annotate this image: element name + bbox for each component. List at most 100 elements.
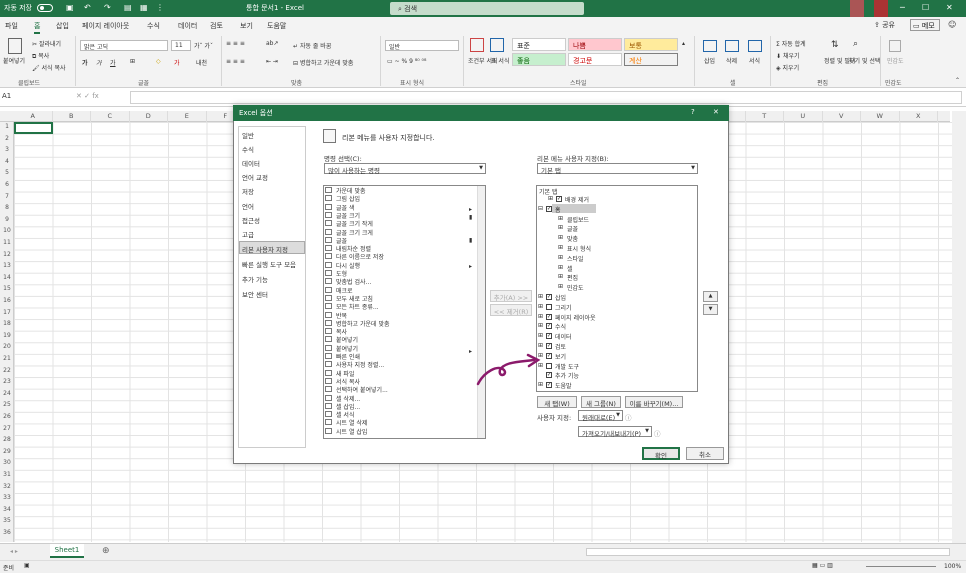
row-header[interactable]: 27 bbox=[0, 425, 14, 432]
row-header[interactable]: 10 bbox=[0, 227, 14, 234]
font-color-icon[interactable]: 가 bbox=[174, 58, 180, 67]
view-icons[interactable]: ▦ ▭ ▥ bbox=[812, 562, 833, 569]
cut-button[interactable]: ✂ 잘라내기 bbox=[32, 39, 61, 48]
style-normal[interactable]: 표준 bbox=[512, 38, 566, 51]
align-top-icon[interactable]: ≡ ≡ ≡ bbox=[226, 40, 245, 47]
tab-checkbox[interactable]: ✓ bbox=[546, 382, 552, 389]
tab-checkbox[interactable]: ✓ bbox=[546, 343, 552, 349]
indent-icon[interactable]: ⇤ ⇥ bbox=[266, 58, 278, 65]
tab-item[interactable]: 개발 도구 bbox=[555, 362, 579, 371]
expand-icon[interactable]: ⊟ bbox=[538, 205, 543, 212]
customize-ribbon-select[interactable]: 기본 탭 ▼ bbox=[537, 163, 698, 175]
font-name-select[interactable]: 맑은 고딕 bbox=[80, 40, 168, 51]
border-icon[interactable]: ⊞ bbox=[130, 58, 135, 65]
expand-icon[interactable]: ⊞ bbox=[558, 254, 563, 261]
column-header[interactable]: D bbox=[130, 111, 168, 122]
sheet-nav-icons[interactable]: ◂ ▸ bbox=[10, 548, 18, 555]
row-header[interactable]: 7 bbox=[0, 193, 14, 200]
expand-icon[interactable]: ⊞ bbox=[548, 195, 553, 202]
nav-item[interactable]: 언어 bbox=[242, 201, 254, 211]
tab-item[interactable]: 맞춤 bbox=[567, 234, 578, 243]
tab-checkbox[interactable]: ✓ bbox=[556, 196, 562, 202]
column-header[interactable]: U bbox=[784, 111, 823, 122]
expand-icon[interactable]: ⊞ bbox=[558, 244, 563, 251]
macro-record-icon[interactable]: ▣ bbox=[24, 562, 30, 569]
collapse-ribbon-icon[interactable]: ⌃ bbox=[955, 77, 960, 84]
account-avatar-2[interactable] bbox=[874, 0, 888, 17]
row-header[interactable]: 8 bbox=[0, 204, 14, 211]
tab-checkbox[interactable]: ✓ bbox=[546, 313, 552, 320]
account-avatar[interactable] bbox=[850, 0, 864, 17]
copy-button[interactable]: ⧉ 복사 bbox=[32, 51, 49, 61]
menu-home[interactable]: 홈 bbox=[34, 21, 41, 34]
expand-icon[interactable]: ⊞ bbox=[558, 234, 563, 241]
formula-icons[interactable]: ✕ ✓ fx bbox=[76, 92, 99, 100]
row-header[interactable]: 6 bbox=[0, 181, 14, 188]
new-tab-button[interactable]: 새 탭(W) bbox=[537, 396, 577, 408]
expand-icon[interactable]: ⊞ bbox=[538, 322, 543, 329]
tab-item[interactable]: 도움말 bbox=[555, 381, 572, 390]
column-header[interactable]: A bbox=[14, 111, 53, 122]
move-up-button[interactable]: ▲ bbox=[703, 291, 718, 302]
tab-item[interactable]: 배경 제거 bbox=[565, 195, 589, 204]
maximize-icon[interactable]: ☐ bbox=[922, 3, 929, 12]
style-neutral[interactable]: 보통 bbox=[624, 38, 678, 51]
import-export-select[interactable]: 가져오기/내보내기(P) ▼ bbox=[578, 426, 652, 438]
row-header[interactable]: 2 bbox=[0, 135, 14, 142]
tab-item[interactable]: 민감도 bbox=[567, 283, 584, 292]
tab-item[interactable]: 페이지 레이아웃 bbox=[555, 313, 596, 322]
tab-checkbox[interactable]: ✓ bbox=[546, 205, 552, 212]
redo-icon[interactable]: ↷ bbox=[104, 3, 111, 12]
delete-cells-button[interactable]: 삭제 bbox=[726, 56, 737, 65]
row-header[interactable]: 1 bbox=[0, 123, 14, 130]
row-header[interactable]: 12 bbox=[0, 251, 14, 258]
row-header[interactable]: 35 bbox=[0, 517, 14, 524]
name-box[interactable]: A1 bbox=[2, 92, 11, 100]
row-header[interactable]: 33 bbox=[0, 494, 14, 501]
tab-item[interactable]: 데이터 bbox=[555, 332, 572, 341]
add-sheet-icon[interactable]: ⊕ bbox=[102, 546, 110, 556]
tab-item[interactable]: 수식 bbox=[555, 322, 566, 331]
row-header[interactable]: 32 bbox=[0, 483, 14, 490]
nav-item[interactable]: 빠른 실행 도구 모음 bbox=[242, 259, 296, 269]
autosave-toggle[interactable] bbox=[37, 4, 53, 12]
row-header[interactable]: 3 bbox=[0, 146, 14, 153]
menu-help[interactable]: 도움말 bbox=[267, 21, 286, 31]
row-header[interactable]: 19 bbox=[0, 332, 14, 339]
column-header[interactable]: W bbox=[861, 111, 900, 122]
expand-icon[interactable]: ⊞ bbox=[558, 215, 563, 222]
nav-item[interactable]: 일반 bbox=[242, 130, 254, 140]
tab-item[interactable]: 클립보드 bbox=[567, 215, 589, 224]
formula-input[interactable] bbox=[130, 91, 962, 104]
tab-item[interactable]: 스타일 bbox=[567, 254, 584, 263]
choose-commands-select[interactable]: 많이 사용하는 명령 ▼ bbox=[324, 163, 486, 175]
row-header[interactable]: 23 bbox=[0, 378, 14, 385]
sensitivity-button[interactable]: 민감도 bbox=[887, 56, 904, 65]
row-header[interactable]: 31 bbox=[0, 471, 14, 478]
menu-view[interactable]: 보기 bbox=[240, 21, 253, 31]
align-left-icon[interactable]: ≡ ≡ ≡ bbox=[226, 58, 245, 65]
number-format-select[interactable]: 일반 bbox=[385, 40, 459, 51]
style-calc[interactable]: 계산 bbox=[624, 53, 678, 66]
fill-color-icon[interactable]: ◇ bbox=[156, 58, 161, 65]
orientation-icon[interactable]: ab↗ bbox=[266, 40, 279, 47]
row-header[interactable]: 20 bbox=[0, 343, 14, 350]
row-header[interactable]: 30 bbox=[0, 459, 14, 466]
tab-item[interactable]: 편집 bbox=[567, 273, 578, 282]
nav-item[interactable]: 수식 bbox=[242, 144, 254, 154]
menu-page-layout[interactable]: 페이지 레이아웃 bbox=[82, 21, 129, 31]
menu-file[interactable]: 파일 bbox=[5, 21, 18, 31]
nav-item[interactable]: 추가 기능 bbox=[242, 274, 268, 284]
tab-checkbox[interactable]: ✓ bbox=[546, 352, 552, 359]
underline-button[interactable]: 가 bbox=[110, 58, 116, 67]
customize-qat-icon[interactable]: ⋮ bbox=[156, 3, 164, 12]
reset-select[interactable]: 원래대로(E) ▼ bbox=[578, 410, 623, 422]
clear-button[interactable]: ◈ 지우기 bbox=[776, 63, 799, 72]
wrap-text-button[interactable]: ↵ 자동 줄 바꿈 bbox=[293, 41, 331, 50]
tab-item[interactable]: 추가 기능 bbox=[555, 371, 579, 380]
row-header[interactable]: 24 bbox=[0, 390, 14, 397]
tab-item[interactable]: 글꼴 bbox=[567, 224, 578, 233]
save-icon[interactable]: ▣ bbox=[66, 3, 74, 12]
tab-checkbox[interactable]: ✓ bbox=[546, 372, 552, 379]
row-header[interactable]: 11 bbox=[0, 239, 14, 246]
